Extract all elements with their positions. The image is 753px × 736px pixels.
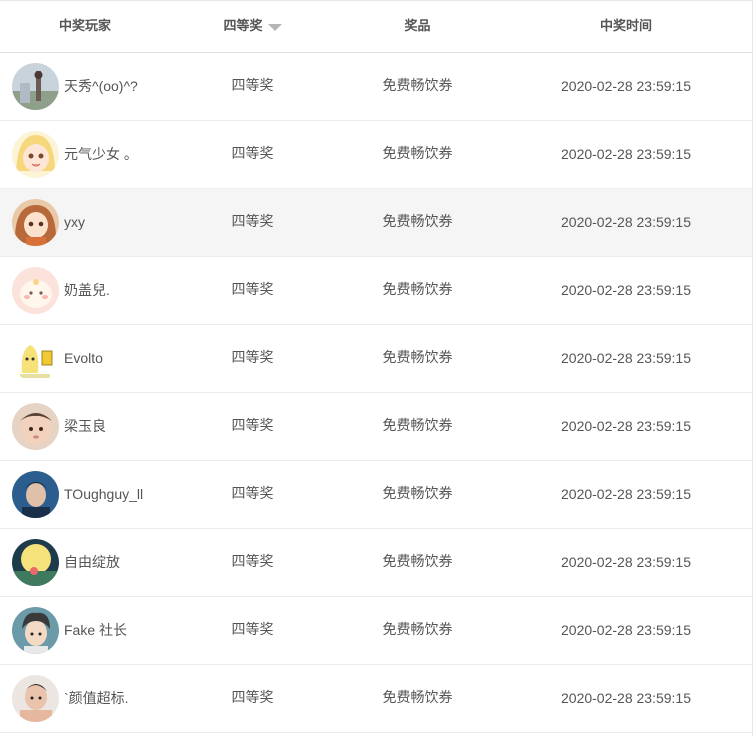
header-prize-label: 奖品 (404, 19, 431, 34)
player-cell: Fake 社长 (12, 597, 172, 664)
player-cell: Evolto (12, 325, 172, 392)
prize-name: 免费畅饮券 (382, 146, 453, 162)
avatar-icon (12, 63, 59, 110)
win-time: 2020-02-28 23:59:15 (561, 690, 691, 706)
player-cell: `颜值超标. (12, 665, 172, 732)
player-name: 梁玉良 (64, 418, 106, 434)
avatar-icon (12, 131, 59, 178)
player-cell: 自由绽放 (12, 529, 172, 596)
win-time: 2020-02-28 23:59:15 (561, 554, 691, 570)
header-prize: 奖品 (335, 1, 500, 52)
avatar-icon (12, 675, 59, 722)
table-body: 天秀^(oo)^? 四等奖 免费畅饮券 2020-02-28 23:59:15 … (0, 53, 752, 733)
table-row: 元气少女 。 四等奖 免费畅饮券 2020-02-28 23:59:15 (0, 121, 752, 189)
prize-level: 四等奖 (231, 214, 274, 230)
win-time: 2020-02-28 23:59:15 (561, 350, 691, 366)
player-cell: 梁玉良 (12, 393, 172, 460)
player-name: 奶盖兒. (64, 282, 110, 298)
prize-level: 四等奖 (231, 282, 274, 298)
avatar-icon (12, 471, 59, 518)
header-level-sort[interactable]: 四等奖 (170, 1, 335, 52)
prize-name: 免费畅饮券 (382, 282, 453, 298)
prize-name: 免费畅饮券 (382, 622, 453, 638)
header-time: 中奖时间 (500, 1, 752, 52)
table-row: 奶盖兒. 四等奖 免费畅饮券 2020-02-28 23:59:15 (0, 257, 752, 325)
player-name: Evolto (64, 350, 103, 366)
player-cell: 天秀^(oo)^? (12, 53, 172, 120)
table-row: yxy 四等奖 免费畅饮券 2020-02-28 23:59:15 (0, 189, 752, 257)
prize-level: 四等奖 (231, 418, 274, 434)
prize-name: 免费畅饮券 (382, 554, 453, 570)
prize-name: 免费畅饮券 (382, 214, 453, 230)
player-cell: TOughguy_ll (12, 461, 172, 528)
avatar-icon (12, 335, 59, 382)
avatar-icon (12, 199, 59, 246)
prize-level: 四等奖 (231, 554, 274, 570)
header-level-label: 四等奖 (223, 19, 263, 34)
player-cell: yxy (12, 189, 172, 256)
table-row: 天秀^(oo)^? 四等奖 免费畅饮券 2020-02-28 23:59:15 (0, 53, 752, 121)
avatar-icon (12, 267, 59, 314)
prize-name: 免费畅饮券 (382, 78, 453, 94)
header-time-label: 中奖时间 (599, 19, 652, 34)
table-row: `颜值超标. 四等奖 免费畅饮券 2020-02-28 23:59:15 (0, 665, 752, 733)
prize-level: 四等奖 (231, 350, 274, 366)
player-name: 自由绽放 (64, 554, 120, 570)
table-row: Evolto 四等奖 免费畅饮券 2020-02-28 23:59:15 (0, 325, 752, 393)
prize-level: 四等奖 (231, 690, 274, 706)
prize-level: 四等奖 (231, 622, 274, 638)
player-cell: 奶盖兒. (12, 257, 172, 324)
table-header: 中奖玩家 四等奖 奖品 中奖时间 (0, 1, 752, 53)
player-cell: 元气少女 。 (12, 121, 172, 188)
prize-level: 四等奖 (231, 78, 274, 94)
player-name: `颜值超标. (64, 690, 129, 706)
table-row: 自由绽放 四等奖 免费畅饮券 2020-02-28 23:59:15 (0, 529, 752, 597)
prize-name: 免费畅饮券 (382, 350, 453, 366)
win-time: 2020-02-28 23:59:15 (561, 282, 691, 298)
caret-down-icon[interactable] (267, 24, 282, 31)
player-name: 元气少女 。 (64, 146, 138, 162)
prize-name: 免费畅饮券 (382, 486, 453, 502)
header-player-label: 中奖玩家 (58, 19, 111, 34)
table-row: Fake 社长 四等奖 免费畅饮券 2020-02-28 23:59:15 (0, 597, 752, 665)
avatar-icon (12, 539, 59, 586)
prize-level: 四等奖 (231, 486, 274, 502)
prize-name: 免费畅饮券 (382, 418, 453, 434)
win-time: 2020-02-28 23:59:15 (561, 78, 691, 94)
prize-level: 四等奖 (231, 146, 274, 162)
win-time: 2020-02-28 23:59:15 (561, 486, 691, 502)
player-name: Fake 社长 (64, 622, 128, 638)
win-time: 2020-02-28 23:59:15 (561, 214, 691, 230)
win-time: 2020-02-28 23:59:15 (561, 418, 691, 434)
prize-name: 免费畅饮券 (382, 690, 453, 706)
table-row: TOughguy_ll 四等奖 免费畅饮券 2020-02-28 23:59:1… (0, 461, 752, 529)
win-time: 2020-02-28 23:59:15 (561, 622, 691, 638)
player-name: 天秀^(oo)^? (64, 78, 138, 94)
player-name: yxy (64, 214, 85, 230)
winners-table: 中奖玩家 四等奖 奖品 中奖时间 天秀^(oo)^? 四等奖 免费畅饮券 202… (0, 0, 753, 736)
avatar-icon (12, 607, 59, 654)
header-player: 中奖玩家 (0, 1, 170, 52)
table-row: 梁玉良 四等奖 免费畅饮券 2020-02-28 23:59:15 (0, 393, 752, 461)
win-time: 2020-02-28 23:59:15 (561, 146, 691, 162)
avatar-icon (12, 403, 59, 450)
player-name: TOughguy_ll (64, 486, 144, 502)
